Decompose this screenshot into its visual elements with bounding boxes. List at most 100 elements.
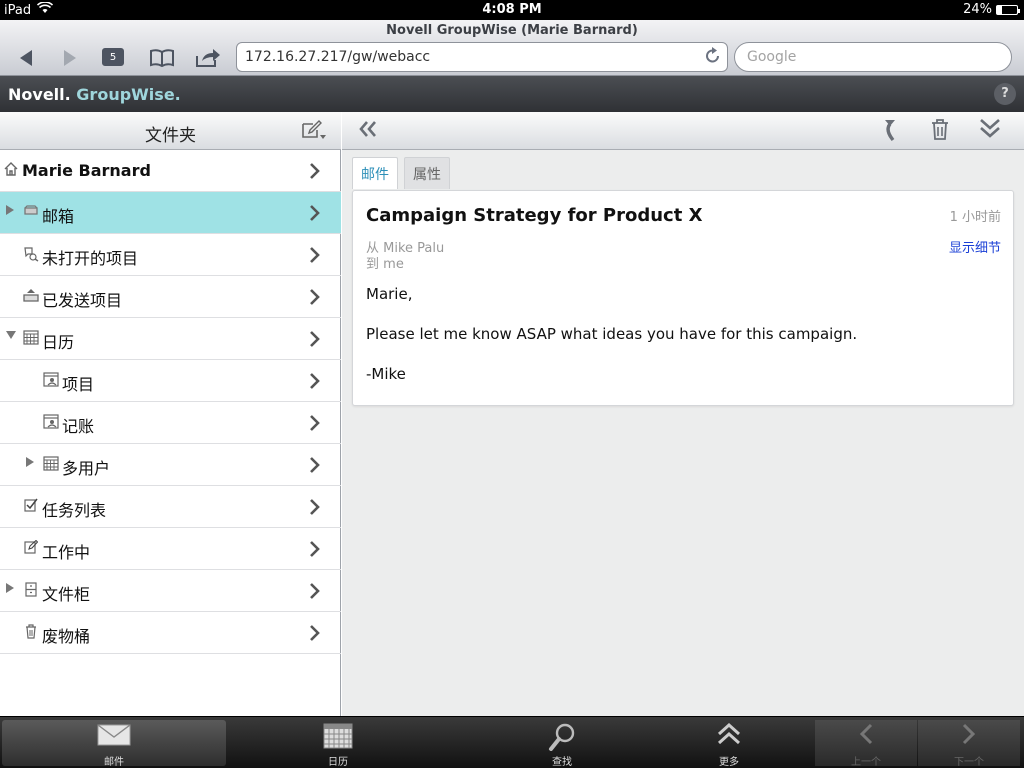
next-icon: [918, 723, 1020, 753]
folder-item[interactable]: 邮箱: [0, 192, 341, 234]
message-card: Campaign Strategy for Product X 1 小时前 从 …: [352, 190, 1014, 406]
search-field[interactable]: Google: [734, 42, 1012, 72]
collapse-pane-button[interactable]: [354, 118, 382, 144]
chevron-right-icon[interactable]: [309, 536, 321, 564]
tabs-button[interactable]: 5: [100, 44, 128, 70]
folder-label: Marie Barnard: [22, 161, 151, 180]
url-text: 172.16.27.217/gw/webacc: [245, 49, 431, 65]
show-details-link[interactable]: 显示细节: [949, 237, 1001, 256]
folder-item[interactable]: 文件柜: [0, 570, 341, 612]
reload-icon[interactable]: [705, 47, 721, 70]
chevron-right-icon[interactable]: [309, 158, 321, 186]
tabbar-item-more[interactable]: 更多: [674, 720, 784, 768]
folder-item[interactable]: 工作中: [0, 528, 341, 570]
folder-item[interactable]: Marie Barnard: [0, 150, 341, 192]
tabbar-label: 下一个: [954, 757, 984, 768]
folder-label: 文件柜: [42, 585, 91, 604]
home-icon: [3, 162, 19, 178]
to-name[interactable]: me: [383, 257, 404, 272]
page-title: Novell GroupWise (Marie Barnard): [386, 23, 638, 38]
battery-fill: [997, 5, 1002, 14]
chevron-right-icon[interactable]: [309, 242, 321, 270]
message-signature: -Mike: [366, 365, 406, 383]
mail-icon: [2, 723, 226, 753]
tabbar-item-previous[interactable]: 上一个: [815, 720, 917, 768]
delete-button[interactable]: [926, 118, 954, 144]
folders-header: 文件夹: [0, 112, 341, 150]
folder-label: 废物桶: [42, 627, 91, 646]
message-toolbar: [342, 112, 1024, 150]
bottom-tab-bar: 邮件 日历 查找 更多 上一个 下一个: [0, 716, 1024, 768]
book-icon: [150, 49, 174, 67]
tab-properties[interactable]: 属性: [404, 157, 450, 189]
trash-icon: [23, 624, 39, 640]
compose-icon: [302, 120, 326, 139]
folder-label: 邮箱: [42, 207, 75, 226]
chevron-right-icon[interactable]: [309, 452, 321, 480]
search-icon: [450, 723, 674, 753]
folder-label: 未打开的项目: [42, 249, 139, 268]
folder-item[interactable]: 任务列表: [0, 486, 341, 528]
subcalendar-icon: [43, 414, 59, 430]
folder-label: 项目: [62, 375, 95, 394]
calendar-icon: [226, 723, 450, 753]
calendar-icon: [43, 456, 59, 472]
folder-item[interactable]: 记账: [0, 402, 341, 444]
folder-label: 日历: [42, 333, 75, 352]
tabbar-item-mail[interactable]: 邮件: [2, 720, 226, 768]
chevron-right-icon[interactable]: [309, 410, 321, 438]
back-button[interactable]: [8, 46, 44, 70]
collapsed-triangle-icon[interactable]: [6, 583, 14, 596]
unopened-icon: [23, 246, 39, 262]
bookmarks-button[interactable]: [144, 46, 180, 70]
chevron-right-icon[interactable]: [309, 578, 321, 606]
search-placeholder: Google: [747, 49, 797, 65]
chevron-right-icon[interactable]: [309, 200, 321, 228]
chevron-right-icon[interactable]: [309, 620, 321, 648]
work-in-progress-icon: [23, 539, 39, 556]
collapsed-triangle-icon[interactable]: [6, 205, 14, 218]
tabbar-label: 更多: [719, 757, 739, 768]
chevron-right-icon[interactable]: [309, 284, 321, 312]
folders-pane: 文件夹 Marie Barnard 邮箱未打开的项目已发送项目日历项目记账多用户任…: [0, 112, 341, 716]
subcalendar-icon: [43, 372, 59, 388]
folder-item[interactable]: 已发送项目: [0, 276, 341, 318]
forward-arrow-icon: [64, 50, 76, 66]
chevron-right-icon[interactable]: [309, 494, 321, 522]
expanded-triangle-icon[interactable]: [6, 331, 16, 342]
folder-label: 多用户: [62, 459, 111, 478]
tabbar-item-search[interactable]: 查找: [450, 720, 674, 768]
folder-item[interactable]: 多用户: [0, 444, 341, 486]
battery-icon: [996, 4, 1020, 15]
compose-button[interactable]: [301, 119, 327, 141]
folders-title: 文件夹: [145, 126, 196, 146]
tabbar-item-next[interactable]: 下一个: [918, 720, 1020, 768]
folder-item[interactable]: 项目: [0, 360, 341, 402]
help-button[interactable]: ?: [994, 83, 1016, 105]
forward-button[interactable]: [52, 46, 88, 70]
to-line: 到 me: [366, 253, 404, 272]
clock: 4:08 PM: [482, 2, 542, 17]
folder-label: 工作中: [42, 543, 91, 562]
collapsed-triangle-icon[interactable]: [26, 457, 34, 470]
message-body-text: Please let me know ASAP what ideas you h…: [366, 325, 858, 343]
reply-icon: [885, 120, 895, 142]
folder-item[interactable]: 日历: [0, 318, 341, 360]
more-icon: [674, 722, 784, 753]
share-button[interactable]: [190, 46, 226, 70]
url-field[interactable]: 172.16.27.217/gw/webacc: [236, 42, 728, 72]
mailbox-icon: [23, 204, 39, 220]
folder-item[interactable]: 废物桶: [0, 612, 341, 654]
to-label: 到: [366, 257, 380, 272]
more-actions-button[interactable]: [976, 118, 1004, 144]
brand-logo: Novell. GroupWise.: [8, 85, 181, 104]
tabbar-item-calendar[interactable]: 日历: [226, 720, 450, 768]
message-pane: 邮件 属性 Campaign Strategy for Product X 1 小…: [342, 112, 1024, 716]
browser-toolbar: Novell GroupWise (Marie Barnard) 5 172.1…: [0, 20, 1024, 76]
reply-button[interactable]: [876, 118, 904, 144]
folder-item[interactable]: 未打开的项目: [0, 234, 341, 276]
brand-groupwise: GroupWise.: [76, 85, 181, 104]
tab-mail[interactable]: 邮件: [352, 157, 398, 189]
chevron-right-icon[interactable]: [309, 368, 321, 396]
chevron-right-icon[interactable]: [309, 326, 321, 354]
